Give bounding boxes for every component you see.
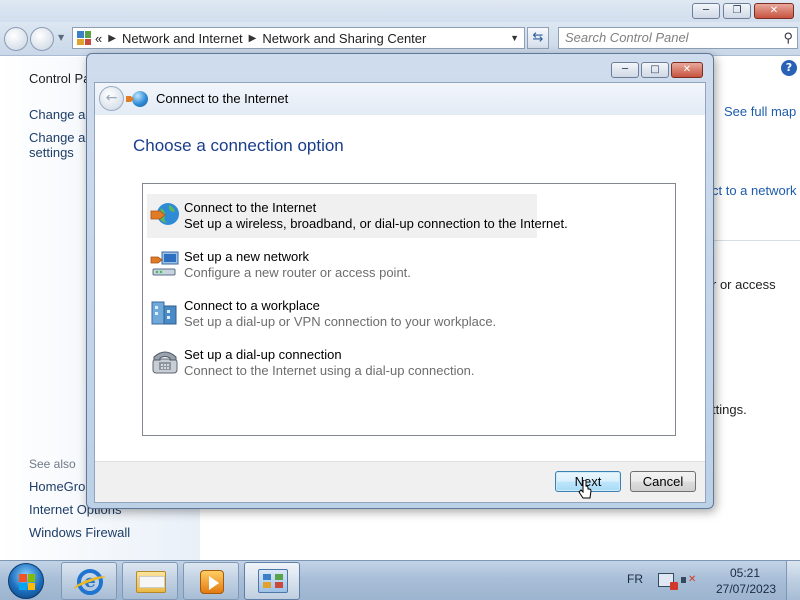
- window-controls: ─ ❐ ✕: [692, 3, 794, 19]
- taskbar-media-player[interactable]: [183, 562, 239, 600]
- connection-options-list: Connect to the Internet Set up a wireles…: [142, 183, 676, 436]
- show-desktop-button[interactable]: [786, 561, 800, 600]
- sidebar-change-advanced-sharing[interactable]: Change ad: [29, 130, 93, 145]
- change-settings-text: ttings.: [712, 402, 747, 417]
- option-set-up-dial-up[interactable]: Set up a dial-up connection Connect to t…: [147, 341, 537, 385]
- dialog-content: ← Connect to the Internet Choose a conne…: [94, 82, 706, 503]
- address-dropdown-icon[interactable]: ▼: [510, 33, 519, 43]
- control-panel-icon: [258, 569, 288, 593]
- connect-dialog: ─ □ ✕ ← Connect to the Internet Choose a…: [86, 53, 714, 509]
- refresh-button[interactable]: ⇆: [527, 27, 549, 49]
- connect-or-disconnect-link[interactable]: ct to a network: [712, 183, 797, 198]
- language-indicator[interactable]: FR: [627, 572, 643, 586]
- clock-time: 05:21: [729, 566, 761, 580]
- sidebar-change-advanced-sharing-line2[interactable]: settings: [29, 145, 74, 160]
- help-icon[interactable]: ?: [781, 60, 797, 76]
- breadcrumb-separator-icon[interactable]: ▶: [108, 33, 116, 44]
- volume-muted-icon[interactable]: [681, 573, 697, 587]
- dialog-title: Connect to the Internet: [156, 91, 289, 106]
- option-title: Set up a new network: [184, 249, 310, 264]
- breadcrumb-separator-icon[interactable]: ▶: [249, 33, 257, 44]
- internet-explorer-icon: e: [77, 569, 103, 595]
- sidebar-item-windows-firewall[interactable]: Windows Firewall: [29, 525, 130, 540]
- breadcrumb-network-and-internet[interactable]: Network and Internet: [122, 31, 243, 46]
- network-status-icon[interactable]: [658, 573, 678, 590]
- option-connect-to-internet[interactable]: Connect to the Internet Set up a wireles…: [147, 194, 568, 238]
- search-icon[interactable]: ⚲: [783, 30, 793, 46]
- breadcrumb-network-and-sharing-center[interactable]: Network and Sharing Center: [262, 31, 426, 46]
- network-icon: [150, 251, 179, 276]
- back-button[interactable]: [4, 27, 28, 51]
- option-description: Configure a new router or access point.: [184, 265, 411, 280]
- connect-globe-icon: [132, 91, 148, 107]
- forward-button[interactable]: [30, 27, 54, 51]
- taskbar: e: [0, 560, 800, 600]
- clock[interactable]: 05:21 27/07/2023: [716, 565, 777, 597]
- recent-pages-dropdown[interactable]: ▼: [58, 33, 64, 42]
- mouse-pointer-icon: [578, 480, 592, 499]
- dialog-footer: Next Cancel: [95, 461, 705, 502]
- address-overflow[interactable]: «: [95, 31, 102, 46]
- dialog-maximize-button[interactable]: □: [641, 62, 669, 78]
- windows-logo-icon: [19, 574, 35, 590]
- globe-icon: [150, 203, 179, 225]
- phone-icon: [152, 351, 178, 374]
- close-button[interactable]: ✕: [754, 3, 794, 19]
- taskbar-windows-explorer[interactable]: [122, 562, 178, 600]
- sidebar-control-panel-home[interactable]: Control Pa: [29, 71, 90, 86]
- media-player-icon: [200, 570, 224, 594]
- workplace-icon: [151, 301, 177, 325]
- search-placeholder: Search Control Panel: [565, 30, 689, 45]
- address-bar[interactable]: « ▶ Network and Internet ▶ Network and S…: [72, 27, 525, 49]
- option-description: Set up a wireless, broadband, or dial-up…: [184, 216, 568, 231]
- sidebar-item-homegroup[interactable]: HomeGrou: [29, 479, 93, 494]
- see-full-map-link[interactable]: See full map: [724, 104, 796, 119]
- clock-date: 27/07/2023: [716, 582, 777, 596]
- dialog-back-button[interactable]: ←: [99, 86, 124, 111]
- dialog-header: ← Connect to the Internet: [95, 83, 705, 115]
- search-input[interactable]: Search Control Panel ⚲: [558, 27, 798, 49]
- dialog-window-controls: ─ □ ✕: [611, 62, 703, 78]
- dialog-close-button[interactable]: ✕: [671, 62, 703, 78]
- control-panel-icon: [77, 31, 91, 45]
- start-button[interactable]: [8, 563, 44, 599]
- option-title: Set up a dial-up connection: [184, 347, 342, 362]
- dialog-heading: Choose a connection option: [133, 136, 344, 155]
- setup-connection-text: r or access: [712, 277, 776, 292]
- option-set-up-new-network[interactable]: Set up a new network Configure a new rou…: [147, 243, 537, 287]
- option-description: Set up a dial-up or VPN connection to yo…: [184, 314, 497, 329]
- sidebar-see-also-heading: See also: [29, 457, 76, 471]
- section-divider: [712, 240, 800, 241]
- taskbar-control-panel[interactable]: [244, 562, 300, 600]
- taskbar-internet-explorer[interactable]: e: [61, 562, 117, 600]
- restore-button[interactable]: ❐: [723, 3, 751, 19]
- cancel-button[interactable]: Cancel: [630, 471, 696, 492]
- folder-icon: [136, 571, 166, 593]
- option-connect-to-workplace[interactable]: Connect to a workplace Set up a dial-up …: [147, 292, 537, 336]
- sidebar-change-adapter-settings[interactable]: Change ad: [29, 107, 93, 122]
- dialog-minimize-button[interactable]: ─: [611, 62, 639, 78]
- option-description: Connect to the Internet using a dial-up …: [184, 363, 475, 378]
- option-title: Connect to a workplace: [184, 298, 320, 313]
- minimize-button[interactable]: ─: [692, 3, 720, 19]
- option-title: Connect to the Internet: [184, 200, 317, 215]
